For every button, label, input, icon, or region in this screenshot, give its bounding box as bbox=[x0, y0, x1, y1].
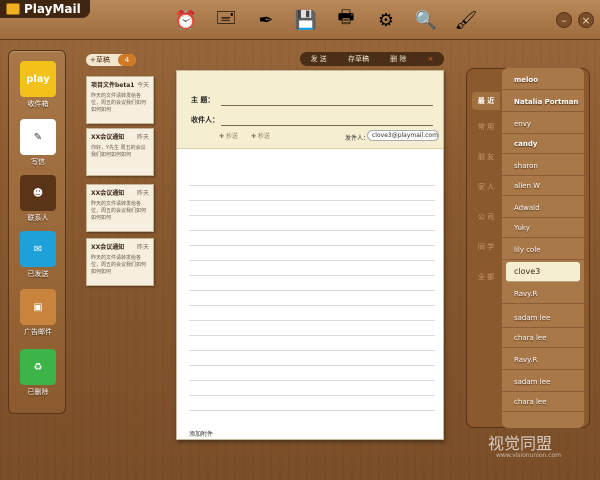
brush-icon[interactable]: 🖌 bbox=[452, 8, 480, 32]
to-label: 收件人： bbox=[191, 116, 219, 124]
contact-item[interactable]: clove3 bbox=[506, 262, 580, 282]
draft-note-date: 昨天 bbox=[136, 190, 149, 197]
contact-item[interactable]: Ravy.R bbox=[502, 350, 584, 370]
draft-note-title: XX会议通知 bbox=[91, 134, 125, 141]
toolbar: ⏰ 🖃 ✒ 💾 🖶 ⚙ 🔍 🖌 bbox=[172, 7, 480, 32]
contact-item[interactable]: chara lee bbox=[502, 328, 584, 348]
draft-note-title: XX会议通知 bbox=[91, 244, 125, 251]
contact-item[interactable]: allen W bbox=[502, 176, 584, 196]
contact-item[interactable]: chara lee bbox=[502, 392, 584, 412]
left-nav: play 收件箱 ✎ 写信 ☻ 联系人 ✉ 已发送 ▣ 广告邮件 ♻ 已删除 bbox=[8, 50, 66, 414]
contact-list: meloo Natalia Portman envy candy sharon allen… bbox=[502, 68, 584, 428]
nav-label: 广告邮件 bbox=[24, 328, 52, 336]
contact-category-tab[interactable]: 最 近 bbox=[472, 92, 500, 110]
contact-item[interactable]: candy bbox=[502, 134, 584, 154]
draft-note-body: 你好，Y先生 周五的会议我们如何如何如何 bbox=[91, 145, 146, 158]
alarm-clock-icon[interactable]: ⏰ bbox=[172, 8, 200, 32]
nav-label: 收件箱 bbox=[27, 100, 49, 108]
ad-box-icon: ▣ bbox=[20, 289, 56, 325]
drafts-count-badge: 4 bbox=[118, 54, 136, 66]
compose-close-icon[interactable]: × bbox=[428, 55, 434, 63]
sender-select[interactable]: clove3@playmail.com bbox=[367, 130, 439, 141]
contact-category-tab[interactable]: 公 司 bbox=[472, 212, 500, 222]
compose-action-bar: 发 送 存草稿 删 除 × bbox=[300, 52, 444, 66]
draft-note[interactable]: XX会议通知 昨天你好，Y先生 周五的会议我们如何如何如何 bbox=[86, 128, 154, 176]
draft-note-header: XX会议通知 昨天 bbox=[91, 242, 149, 251]
app-window: PlayMail ⏰ 🖃 ✒ 💾 🖶 ⚙ 🔍 🖌 – × play 收件箱 ✎ 写信 ☻ 联系人 ✉ 已发送… bbox=[0, 0, 600, 480]
contact-item[interactable]: sadam lee bbox=[502, 308, 584, 328]
save-draft-button[interactable]: 存草稿 bbox=[348, 54, 369, 64]
subject-label: 主 题： bbox=[191, 96, 215, 104]
app-title: PlayMail bbox=[24, 2, 81, 16]
draft-note[interactable]: XX会议通知 昨天昨天的文件请转发给各位，周五的会议我们如何如何如何 bbox=[86, 238, 154, 286]
search-icon[interactable]: 🔍 bbox=[412, 8, 440, 32]
contact-item[interactable]: meloo bbox=[502, 70, 584, 90]
cc-button[interactable]: ✚ 抄送 bbox=[219, 131, 238, 140]
subject-input[interactable] bbox=[221, 105, 433, 106]
app-logo: PlayMail bbox=[6, 2, 81, 16]
contacts-icon: ☻ bbox=[20, 175, 56, 211]
draft-note-title: 项目文件beta1 bbox=[91, 82, 135, 89]
nav-item-2[interactable]: ☻ 联系人 bbox=[9, 175, 67, 223]
nav-item-0[interactable]: play 收件箱 bbox=[9, 61, 67, 109]
compose-sheet: 主 题： 收件人： ✚ 抄送 ✚ 秒送 发件人： clove3@playmail… bbox=[176, 70, 444, 440]
send-button[interactable]: 发 送 bbox=[311, 54, 327, 64]
contact-category-tab[interactable]: 家 人 bbox=[472, 182, 500, 192]
draft-note-body: 昨天的文件请转发给各位，周五的会议我们如何如何如何 bbox=[91, 201, 147, 221]
minimize-button[interactable]: – bbox=[556, 12, 572, 28]
draft-note-header: 项目文件beta1 今天 bbox=[91, 80, 149, 89]
contact-category-tab[interactable]: 同 学 bbox=[472, 242, 500, 252]
recipient-input[interactable] bbox=[221, 125, 433, 126]
nav-label: 已发送 bbox=[27, 270, 49, 278]
draft-note-title: XX会议通知 bbox=[91, 190, 125, 197]
contact-category-tab[interactable]: 朋 友 bbox=[472, 152, 500, 162]
contact-item[interactable]: Natalia Portman bbox=[502, 92, 584, 112]
save-icon[interactable]: 💾 bbox=[292, 8, 320, 32]
inbox-icon: play bbox=[20, 61, 56, 97]
bcc-button[interactable]: ✚ 秒送 bbox=[251, 131, 270, 140]
sender-label: 发件人： bbox=[345, 135, 370, 142]
stamp-icon[interactable]: 🖃 bbox=[212, 7, 240, 32]
close-button[interactable]: × bbox=[578, 12, 594, 28]
printer-icon[interactable]: 🖶 bbox=[332, 7, 360, 32]
nav-item-1[interactable]: ✎ 写信 bbox=[9, 119, 67, 167]
contact-item[interactable]: lily cole bbox=[502, 240, 584, 260]
contact-item[interactable]: sadam lee bbox=[502, 372, 584, 392]
draft-note-date: 昨天 bbox=[136, 134, 149, 141]
recycle-bin-icon: ♻ bbox=[20, 349, 56, 385]
nav-label: 已删除 bbox=[27, 388, 49, 396]
draft-note-header: XX会议通知 昨天 bbox=[91, 132, 149, 141]
draft-note-date: 昨天 bbox=[136, 244, 149, 251]
nav-item-3[interactable]: ✉ 已发送 bbox=[9, 231, 67, 279]
write-icon: ✎ bbox=[20, 119, 56, 155]
draft-note-header: XX会议通知 昨天 bbox=[91, 188, 149, 197]
message-body-input[interactable] bbox=[189, 171, 435, 419]
draft-note-date: 今天 bbox=[136, 82, 149, 89]
quill-icon[interactable]: ✒ bbox=[252, 8, 280, 32]
contact-category-tab[interactable]: 常 用 bbox=[472, 122, 500, 132]
contact-item[interactable]: Adwald bbox=[502, 198, 584, 218]
title-bar: PlayMail ⏰ 🖃 ✒ 💾 🖶 ⚙ 🔍 🖌 – × bbox=[0, 0, 600, 40]
draft-note[interactable]: 项目文件beta1 今天昨天的文件请转发给各位，周五的会议我们如何如何如何 bbox=[86, 76, 154, 124]
add-attachment-link[interactable]: 添加附件 bbox=[189, 429, 213, 438]
nav-label: 写信 bbox=[31, 158, 45, 166]
contact-category-tab[interactable]: 全 部 bbox=[472, 272, 500, 282]
draft-note-body: 昨天的文件请转发给各位，周五的会议我们如何如何如何 bbox=[91, 93, 147, 113]
contact-item[interactable]: Ravy.R bbox=[502, 284, 584, 304]
nav-item-4[interactable]: ▣ 广告邮件 bbox=[9, 289, 67, 337]
contact-item[interactable]: envy bbox=[502, 114, 584, 134]
contact-item[interactable]: Yuky bbox=[502, 218, 584, 238]
delete-button[interactable]: 删 除 bbox=[390, 54, 406, 64]
draft-note-body: 昨天的文件请转发给各位，周五的会议我们如何如何如何 bbox=[91, 255, 147, 275]
gear-icon[interactable]: ⚙ bbox=[372, 8, 400, 32]
sent-mailbox-icon: ✉ bbox=[20, 231, 56, 267]
nav-item-5[interactable]: ♻ 已删除 bbox=[9, 349, 67, 397]
nav-label: 联系人 bbox=[27, 214, 49, 222]
draft-note[interactable]: XX会议通知 昨天昨天的文件请转发给各位，周五的会议我们如何如何如何 bbox=[86, 184, 154, 232]
contact-item[interactable]: sharon bbox=[502, 156, 584, 176]
envelope-logo-icon bbox=[6, 3, 20, 15]
watermark-url: www.visionunion.com bbox=[496, 452, 562, 459]
compose-header: 主 题： 收件人： ✚ 抄送 ✚ 秒送 发件人： clove3@playmail… bbox=[177, 71, 443, 149]
watermark: 视觉同盟 bbox=[488, 434, 553, 453]
